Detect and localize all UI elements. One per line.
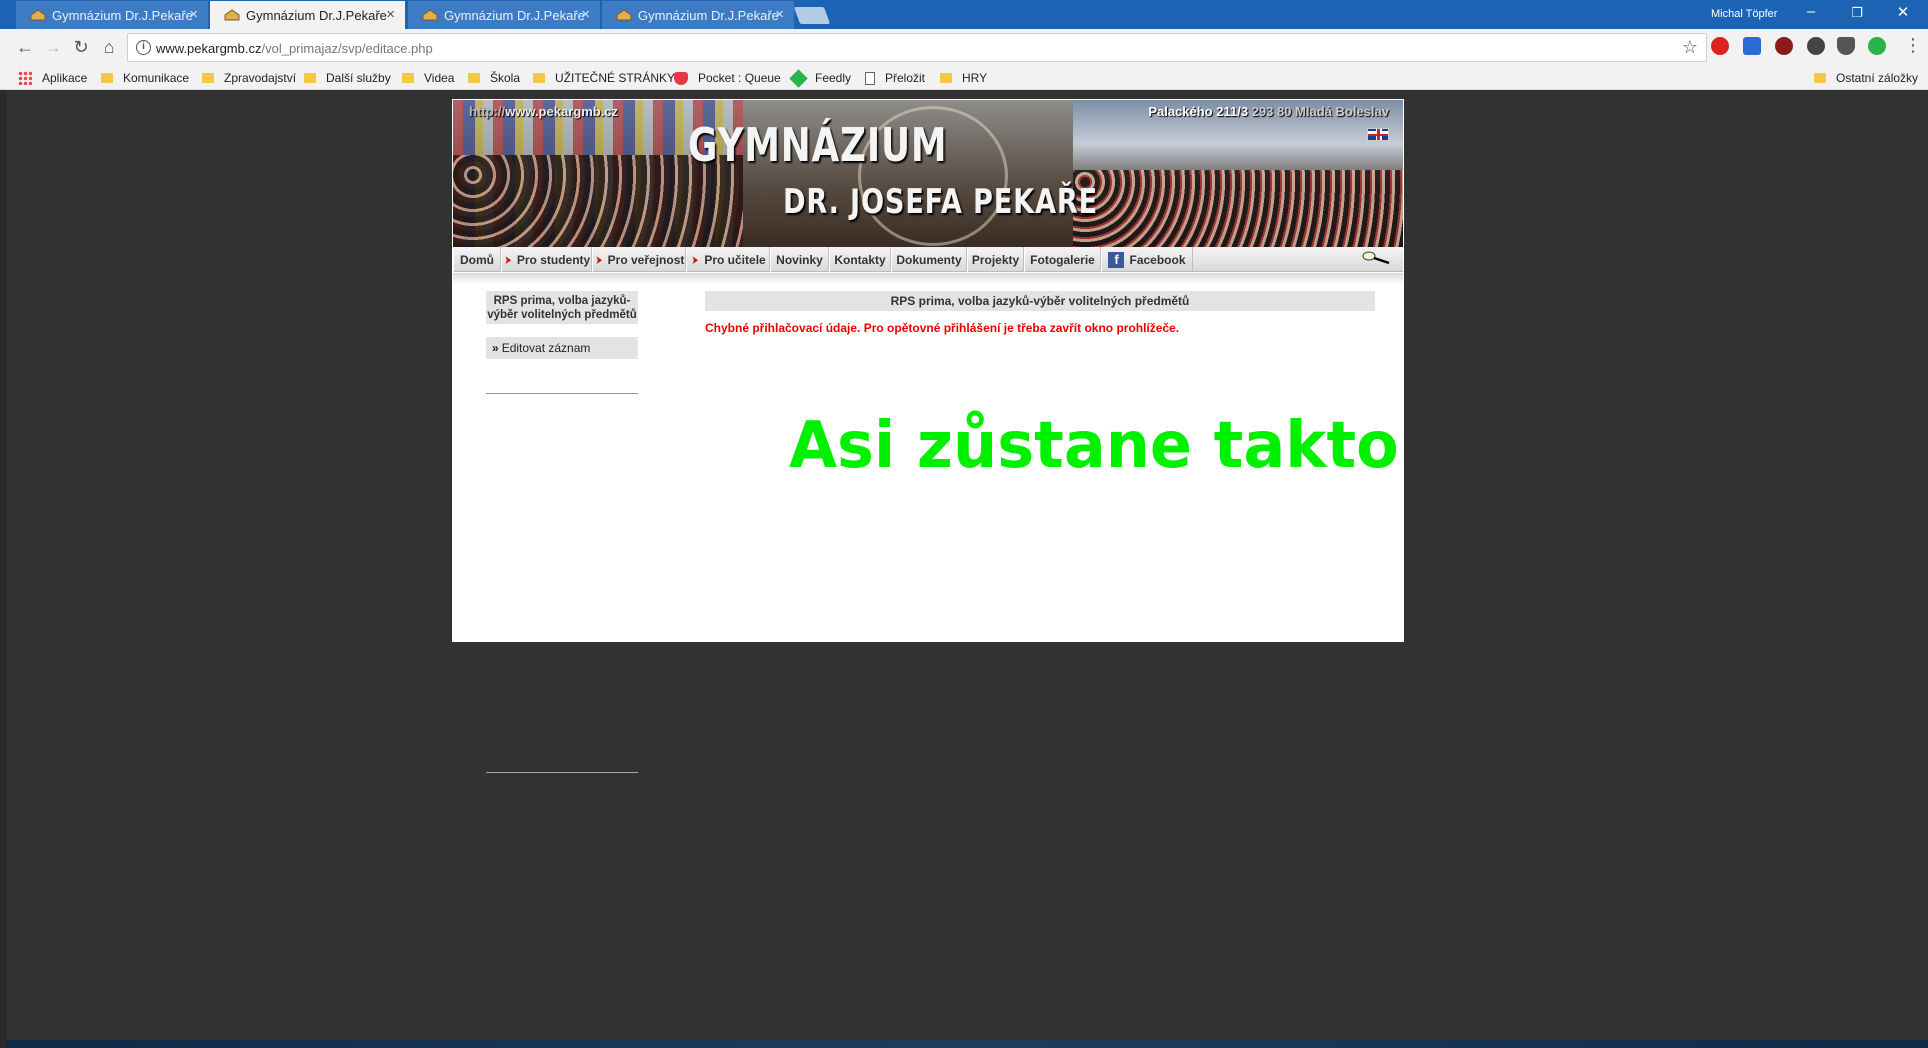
facebook-icon: f — [1108, 251, 1125, 268]
bookmark-prelozit[interactable]: Přeložit — [865, 69, 925, 87]
back-button[interactable]: ← — [13, 36, 37, 58]
folder-icon — [940, 73, 952, 83]
address-bar[interactable]: i www.pekargmb.cz/vol_primajaz/svp/edita… — [127, 33, 1707, 62]
sidebar-divider-bottom — [486, 772, 638, 773]
login-error-message: Chybné přihlačovací údaje. Pro opětovné … — [705, 321, 1180, 335]
bookmark-skola[interactable]: Škola — [468, 69, 520, 87]
bookmark-zpravodajstvi[interactable]: Zpravodajství — [202, 69, 296, 87]
nav-pro-verejnost[interactable]: ➤ Pro veřejnost — [592, 247, 686, 272]
school-favicon-icon — [616, 9, 632, 21]
tab-close-icon[interactable]: × — [581, 6, 590, 24]
folder-icon — [533, 73, 545, 83]
site-banner: GYMNÁZIUM DR. JOSEFA PEKAŘE http://www.p… — [453, 100, 1403, 247]
tab-close-icon[interactable]: × — [775, 6, 784, 24]
folder-icon — [1814, 73, 1826, 83]
nav-facebook[interactable]: f Facebook — [1101, 247, 1193, 272]
page-icon — [865, 71, 875, 85]
nav-dokumenty[interactable]: Dokumenty — [891, 247, 967, 272]
nav-novinky[interactable]: Novinky — [770, 247, 829, 272]
home-button[interactable]: ⌂ — [97, 36, 121, 58]
site-url[interactable]: http://www.pekargmb.cz — [469, 104, 618, 119]
apps-icon — [18, 71, 32, 85]
tab-4[interactable]: Gymnázium Dr.J.Pekaře × — [602, 1, 794, 29]
menu-icon[interactable]: ⋮ — [1904, 35, 1922, 56]
ublock-icon[interactable] — [1711, 37, 1729, 55]
school-favicon-icon — [422, 9, 438, 21]
sidebar-title: RPS prima, volba jazyků-výběr volitelnýc… — [486, 291, 638, 324]
tampermonkey-icon[interactable] — [1807, 37, 1825, 55]
bookmark-star-icon[interactable]: ☆ — [1682, 37, 1698, 58]
feedly-icon — [789, 68, 808, 88]
site-title-line1: GYMNÁZIUM — [688, 118, 948, 172]
nav-pro-ucitele[interactable]: ➤ Pro učitele — [686, 247, 770, 272]
banner-photo-mountains — [1073, 100, 1403, 247]
nav-domu[interactable]: Domů — [453, 247, 501, 272]
browser-toolbar: ← → ↻ ⌂ i www.pekargmb.cz/vol_primajaz/s… — [0, 29, 1928, 66]
sidebar-divider — [486, 393, 638, 394]
tab-close-icon[interactable]: × — [386, 6, 395, 24]
site-nav: Domů ➤ Pro studenty ➤ Pro veřejnost ➤ Pro u… — [453, 247, 1403, 272]
bookmark-videa[interactable]: Videa — [402, 69, 454, 87]
folder-icon — [202, 73, 214, 83]
bookmark-feedly[interactable]: Feedly — [789, 68, 851, 88]
browser-title-bar: Gymnázium Dr.J.Pekaře × Gymnázium Dr.J.P… — [0, 0, 1928, 29]
school-favicon-icon — [30, 9, 46, 21]
arrow-icon: ➤ — [504, 252, 512, 267]
bookmark-komunikace[interactable]: Komunikace — [101, 69, 189, 87]
pocket-icon — [674, 71, 688, 85]
nav-shadow — [453, 273, 1403, 283]
tab-3[interactable]: Gymnázium Dr.J.Pekaře × — [408, 1, 600, 29]
reload-button[interactable]: ↻ — [69, 36, 93, 58]
mail-checker-icon[interactable] — [1743, 37, 1761, 55]
nav-kontakty[interactable]: Kontakty — [829, 247, 891, 272]
minimize-button[interactable]: – — [1796, 3, 1826, 20]
english-flag-icon[interactable] — [1367, 128, 1389, 141]
folder-icon — [402, 73, 414, 83]
bookmark-dalsi-sluzby[interactable]: Další služby — [304, 69, 391, 87]
web-page: GYMNÁZIUM DR. JOSEFA PEKAŘE http://www.p… — [452, 99, 1404, 642]
site-address: Palackého 211/3 293 80 Mladá Boleslav — [1148, 104, 1389, 119]
search-icon[interactable] — [1361, 251, 1391, 265]
forward-button[interactable]: → — [41, 36, 65, 58]
tab-close-icon[interactable]: × — [189, 6, 198, 24]
tab-2-active[interactable]: Gymnázium Dr.J.Pekaře × — [210, 1, 405, 29]
content-title: RPS prima, volba jazyků-výběr volitelnýc… — [705, 291, 1375, 311]
arrow-icon: ➤ — [691, 252, 699, 267]
folder-icon — [468, 73, 480, 83]
left-edge-strip — [0, 91, 7, 1048]
pocket-icon[interactable] — [1837, 37, 1855, 55]
tab-1[interactable]: Gymnázium Dr.J.Pekaře × — [16, 1, 208, 29]
nav-projekty[interactable]: Projekty — [967, 247, 1024, 272]
info-icon[interactable]: i — [136, 40, 151, 55]
close-window-button[interactable]: ✕ — [1888, 3, 1918, 21]
url-text[interactable]: www.pekargmb.cz/vol_primajaz/svp/editace… — [156, 41, 433, 56]
sidebar-link-editovat[interactable]: » Editovat záznam — [486, 337, 638, 359]
nav-pro-studenty[interactable]: ➤ Pro studenty — [501, 247, 592, 272]
bookmark-hry[interactable]: HRY — [940, 69, 987, 87]
new-tab-button[interactable] — [793, 7, 831, 24]
school-favicon-icon — [224, 9, 240, 21]
chevron-right-icon: » — [492, 341, 499, 355]
feedly-icon[interactable] — [1868, 37, 1886, 55]
profile-name[interactable]: Michal Töpfer — [1711, 8, 1777, 20]
restore-button[interactable]: ❐ — [1842, 5, 1872, 21]
arrow-icon: ➤ — [595, 252, 603, 267]
overlay-annotation: Asi zůstane takto — [789, 409, 1399, 483]
ublock-origin-icon[interactable] — [1775, 37, 1793, 55]
folder-icon — [304, 73, 316, 83]
folder-icon — [101, 73, 113, 83]
bookmarks-bar: Aplikace Komunikace Zpravodajství Další … — [0, 66, 1928, 90]
bookmark-pocket[interactable]: Pocket : Queue — [674, 69, 781, 87]
bookmark-apps[interactable]: Aplikace — [18, 69, 87, 87]
screen: Gymnázium Dr.J.Pekaře × Gymnázium Dr.J.P… — [0, 0, 1928, 1048]
bookmark-uzitecne-stranky[interactable]: UŽITEČNÉ STRÁNKY — [533, 69, 675, 87]
nav-fotogalerie[interactable]: Fotogalerie — [1024, 247, 1101, 272]
site-title-line2: DR. JOSEFA PEKAŘE — [783, 182, 1098, 222]
taskbar-edge — [7, 1040, 1928, 1048]
bookmark-other[interactable]: Ostatní záložky — [1814, 69, 1918, 87]
